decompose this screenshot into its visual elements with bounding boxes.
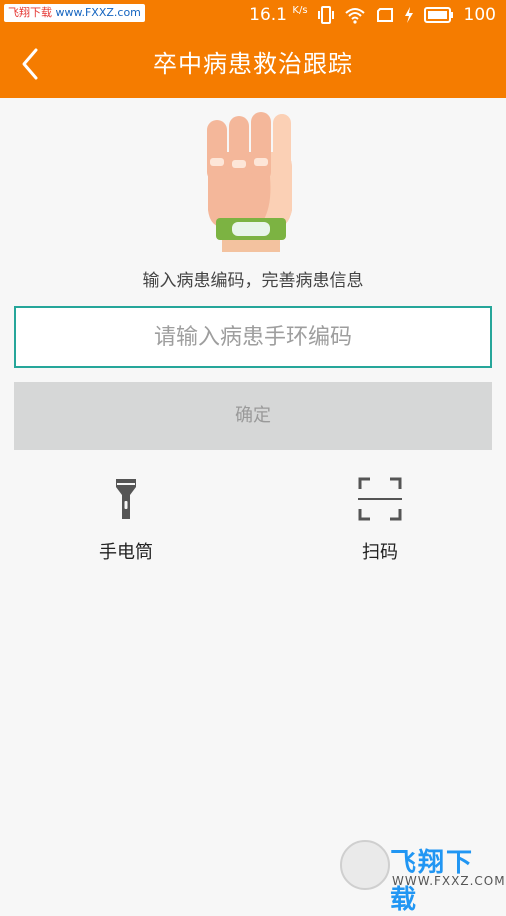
screen-icon <box>376 8 393 22</box>
wifi-icon <box>344 8 365 24</box>
watermark-circle-icon <box>340 840 390 890</box>
network-speed-value: 16.1 <box>249 5 287 25</box>
flashlight-icon <box>116 479 136 519</box>
hand-wristband-icon <box>207 112 292 252</box>
status-bar: 飞翔下载 www.FXXZ.com 16.1 K/s 100 <box>0 0 506 30</box>
network-speed: 16.1 K/s <box>249 5 307 25</box>
battery-level: 100 <box>463 5 496 25</box>
scan-button[interactable]: 扫码 <box>310 474 450 564</box>
scan-icon <box>358 477 402 521</box>
confirm-button[interactable]: 确定 <box>14 382 492 450</box>
watermark-logo: 飞翔下载 WWW.FXXZ.COM <box>340 840 505 915</box>
flashlight-button[interactable]: 手电筒 <box>56 474 196 564</box>
watermark-badge-domain: www.FXXZ.com <box>55 6 141 19</box>
network-speed-unit: K/s <box>292 5 308 16</box>
status-icons: 16.1 K/s 100 <box>249 3 496 27</box>
header-bar: 卒中病患救治跟踪 <box>0 30 506 98</box>
flashlight-label: 手电筒 <box>99 542 153 563</box>
instruction-text: 输入病患编码，完善病患信息 <box>142 271 364 291</box>
watermark-badge-text: 飞翔下载 <box>8 6 52 19</box>
watermark-url: WWW.FXXZ.COM <box>392 874 506 888</box>
battery-icon <box>423 7 453 23</box>
wristband-code-input[interactable] <box>14 306 492 368</box>
scan-label: 扫码 <box>362 542 398 563</box>
page-title: 卒中病患救治跟踪 <box>153 50 353 78</box>
watermark-badge: 飞翔下载 www.FXXZ.com <box>4 4 145 22</box>
vibrate-icon <box>317 6 334 24</box>
charging-icon <box>404 7 413 23</box>
